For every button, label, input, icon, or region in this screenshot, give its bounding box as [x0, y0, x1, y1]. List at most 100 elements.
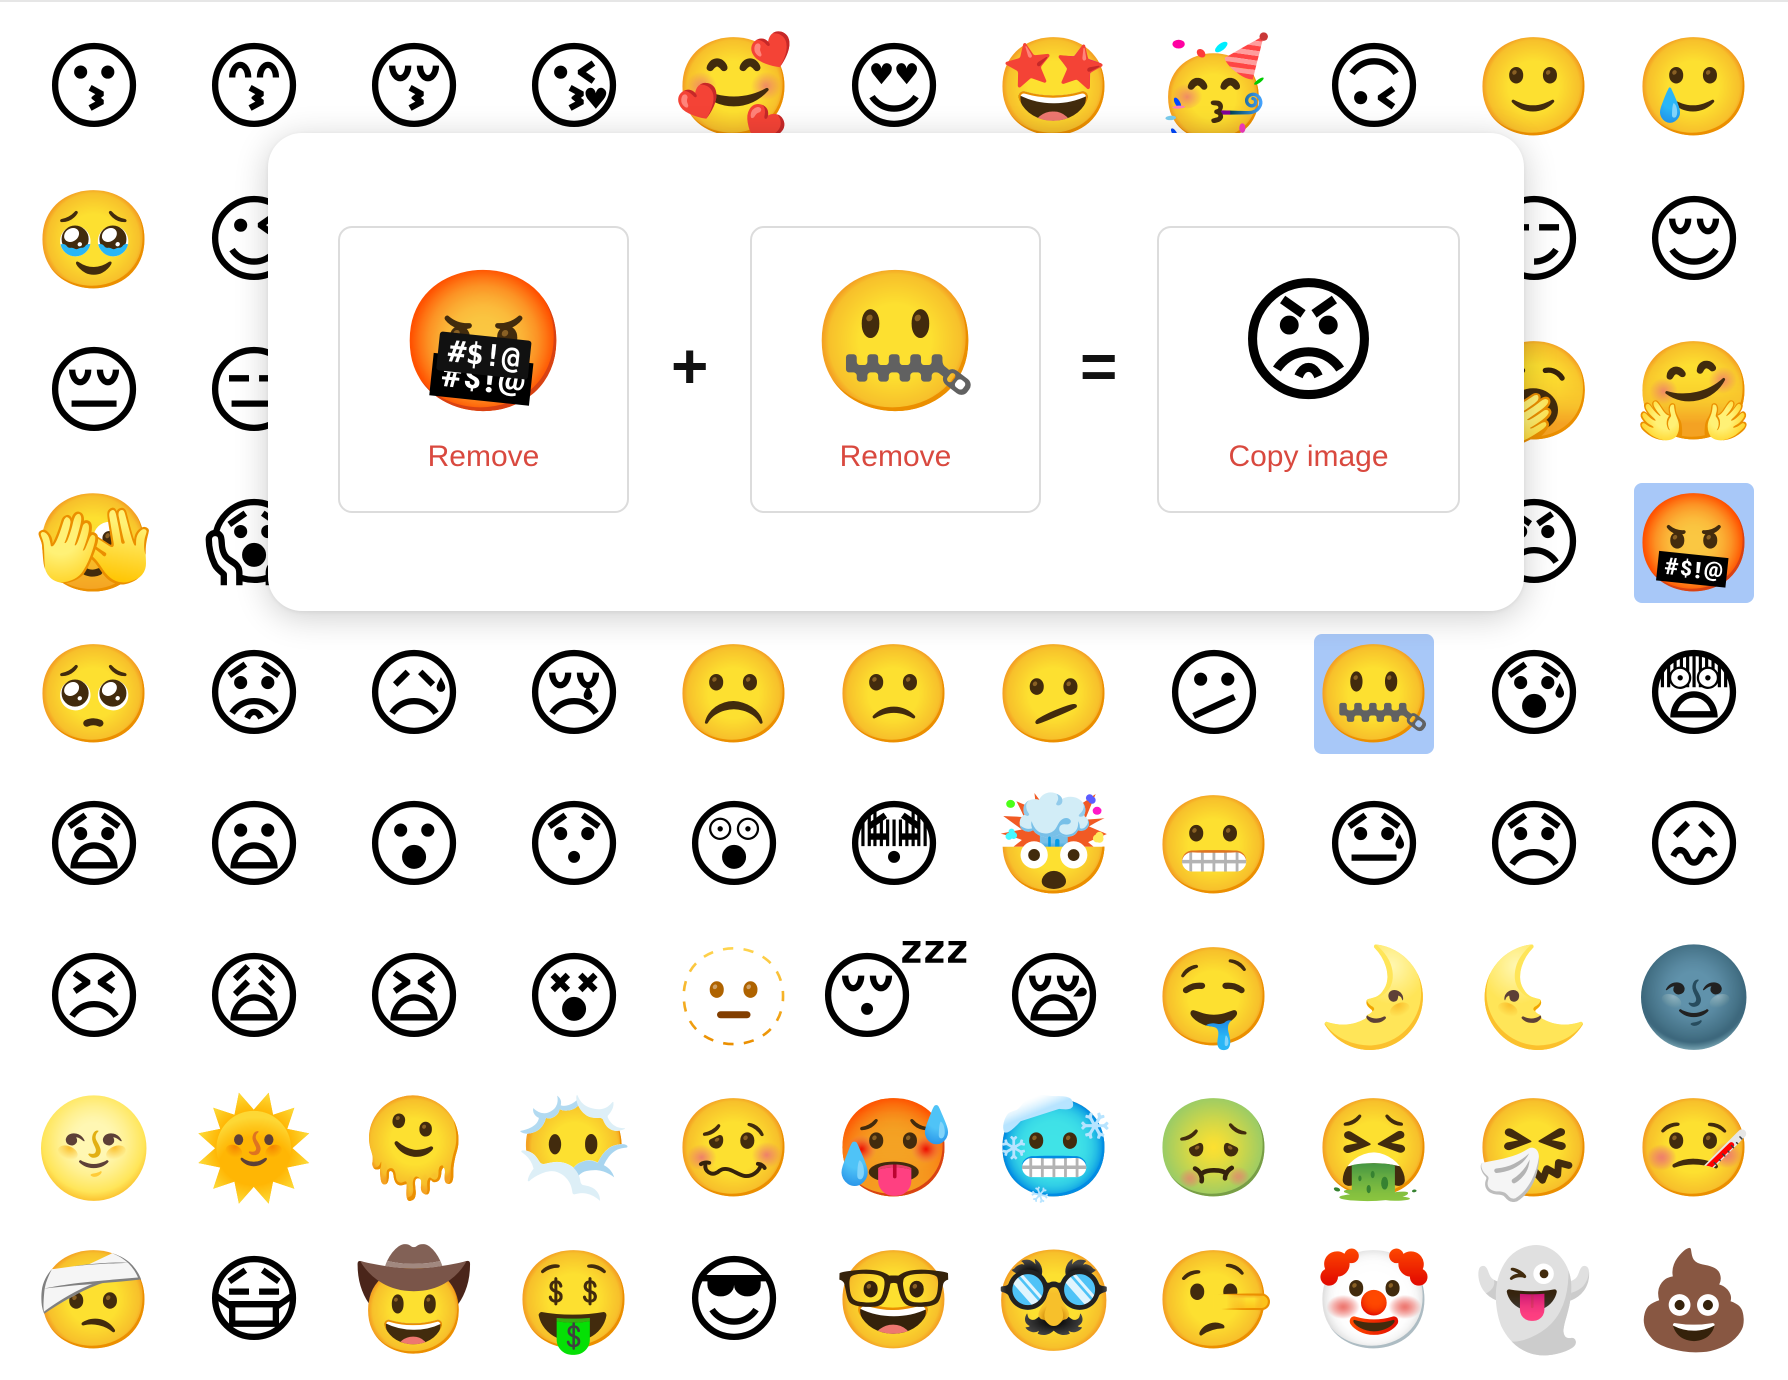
emoji-cell[interactable]: 🤤: [1154, 937, 1274, 1057]
emoji-cell[interactable]: 😚: [354, 27, 474, 147]
emoji-cell[interactable]: 😬: [1154, 785, 1274, 905]
emoji-cell[interactable]: 🌜: [1474, 937, 1594, 1057]
first-emoji-slot[interactable]: 🤬 #$!@ Remove: [338, 226, 629, 513]
emoji-cell[interactable]: 😦: [194, 785, 314, 905]
emoji-mixer-popup: 🤬 #$!@ Remove + 🤐 Remove = 😡 Copy image: [268, 133, 1524, 611]
emoji-cell[interactable]: 😰: [1474, 634, 1594, 754]
emoji-cell[interactable]: 🤑: [514, 1240, 634, 1360]
emoji-cell[interactable]: 🥲: [1634, 27, 1754, 147]
emoji-glyph: 🌞: [194, 1092, 314, 1204]
emoji-glyph: 😷: [203, 1244, 305, 1356]
emoji-cell[interactable]: 🙃: [1314, 27, 1434, 147]
second-emoji-slot[interactable]: 🤐 Remove: [750, 226, 1041, 513]
emoji-cell[interactable]: 😮: [354, 785, 474, 905]
emoji-glyph: 😴: [817, 941, 971, 1053]
emoji-cell[interactable]: 🙁: [834, 634, 954, 754]
emoji-glyph: 👻: [1474, 1244, 1594, 1356]
emoji-cell[interactable]: 🤒: [1634, 1088, 1754, 1208]
emoji-cell[interactable]: 😧: [34, 785, 154, 905]
remove-second-button[interactable]: Remove: [752, 440, 1039, 474]
emoji-cell[interactable]: 😯: [514, 785, 634, 905]
emoji-cell[interactable]: 🫠: [354, 1088, 474, 1208]
emoji-cell[interactable]: 😞: [1474, 785, 1594, 905]
emoji-cell[interactable]: 🥶: [994, 1088, 1114, 1208]
emoji-glyph: 😚: [363, 31, 465, 143]
emoji-glyph: 😔: [43, 335, 145, 447]
emoji-glyph: 🫤: [994, 638, 1114, 750]
emoji-cell[interactable]: 😘: [514, 27, 634, 147]
emoji-cell[interactable]: 😟: [194, 634, 314, 754]
emoji-cell[interactable]: 😌: [1634, 180, 1754, 300]
emoji-cell[interactable]: 🥵: [834, 1088, 954, 1208]
emoji-cell[interactable]: 🥸: [994, 1240, 1114, 1360]
emoji-cell[interactable]: 🤧: [1474, 1088, 1594, 1208]
emoji-cell[interactable]: 🌝: [34, 1088, 154, 1208]
emoji-cell[interactable]: 🤯: [994, 785, 1114, 905]
emoji-cell[interactable]: 🤡: [1314, 1240, 1434, 1360]
emoji-cell[interactable]: 🫤: [994, 634, 1114, 754]
emoji-glyph: 😖: [1643, 789, 1745, 901]
emoji-cell[interactable]: 🤕: [34, 1240, 154, 1360]
copy-image-button[interactable]: Copy image: [1159, 440, 1458, 474]
emoji-glyph: 🥴: [674, 1092, 794, 1204]
emoji-cell[interactable]: 🥹: [34, 180, 154, 300]
emoji-cell[interactable]: 😖: [1634, 785, 1754, 905]
emoji-cell[interactable]: 🤠: [354, 1240, 474, 1360]
emoji-cell[interactable]: 😴: [817, 937, 971, 1057]
emoji-glyph: 😥: [363, 638, 465, 750]
emoji-cell[interactable]: 👻: [1474, 1240, 1594, 1360]
emoji-cell[interactable]: 🫥: [674, 937, 794, 1057]
emoji-cell[interactable]: 😓: [1314, 785, 1434, 905]
emoji-cell[interactable]: 😫: [354, 937, 474, 1057]
emoji-cell[interactable]: 🤥: [1154, 1240, 1274, 1360]
emoji-cell[interactable]: 🤩: [994, 27, 1114, 147]
emoji-cell[interactable]: 🥰: [674, 27, 794, 147]
emoji-cell[interactable]: 🤐: [1314, 634, 1434, 754]
emoji-cell[interactable]: 😪: [994, 937, 1114, 1057]
emoji-cell[interactable]: 😨: [1634, 634, 1754, 754]
emoji-cell[interactable]: 😳: [834, 785, 954, 905]
emoji-cell[interactable]: 😙: [194, 27, 314, 147]
emoji-cell[interactable]: 😩: [194, 937, 314, 1057]
emoji-glyph: 🙂: [1474, 31, 1594, 143]
emoji-cell[interactable]: 😲: [674, 785, 794, 905]
emoji-cell[interactable]: 🤢: [1154, 1088, 1274, 1208]
emoji-glyph: 🤩: [994, 31, 1114, 143]
emoji-cell[interactable]: 😕: [1154, 634, 1274, 754]
emoji-glyph: 🥺: [34, 638, 154, 750]
emoji-cell[interactable]: 🥺: [34, 634, 154, 754]
emoji-cell[interactable]: 😣: [34, 937, 154, 1057]
emoji-glyph: 😯: [523, 789, 625, 901]
emoji-cell[interactable]: 🫣: [34, 483, 154, 603]
emoji-cell[interactable]: 🌞: [194, 1088, 314, 1208]
remove-first-button[interactable]: Remove: [340, 440, 627, 474]
emoji-cell[interactable]: 😍: [834, 27, 954, 147]
emoji-glyph: 😣: [43, 941, 145, 1053]
emoji-cell[interactable]: 🌚: [1634, 937, 1754, 1057]
emoji-cell[interactable]: 🌛: [1314, 937, 1434, 1057]
emoji-cell[interactable]: 😎: [674, 1240, 794, 1360]
emoji-cell[interactable]: 😔: [34, 331, 154, 451]
emoji-glyph: 🤤: [1154, 941, 1274, 1053]
emoji-cell[interactable]: 🙂: [1474, 27, 1594, 147]
result-emoji-slot[interactable]: 😡 Copy image: [1157, 226, 1460, 513]
emoji-cell[interactable]: 😢: [514, 634, 634, 754]
emoji-glyph: 😶‍🌫️: [514, 1092, 634, 1204]
emoji-glyph: 🌚: [1634, 941, 1754, 1053]
emoji-cell[interactable]: 😵: [514, 937, 634, 1057]
emoji-cell[interactable]: 🤓: [834, 1240, 954, 1360]
emoji-glyph: 🤯: [994, 789, 1114, 901]
emoji-cell[interactable]: 😶‍🌫️: [514, 1088, 634, 1208]
emoji-cell[interactable]: 🤬: [1634, 483, 1754, 603]
emoji-glyph: 😳: [843, 789, 945, 901]
emoji-glyph: 🤠: [354, 1244, 474, 1356]
emoji-cell[interactable]: 🤗: [1634, 331, 1754, 451]
emoji-cell[interactable]: 😷: [194, 1240, 314, 1360]
emoji-cell[interactable]: 🥳: [1154, 27, 1274, 147]
emoji-cell[interactable]: 🥴: [674, 1088, 794, 1208]
emoji-cell[interactable]: 💩: [1634, 1240, 1754, 1360]
emoji-cell[interactable]: 🤮: [1314, 1088, 1434, 1208]
emoji-cell[interactable]: 😗: [34, 27, 154, 147]
emoji-cell[interactable]: ☹️: [674, 634, 794, 754]
emoji-cell[interactable]: 😥: [354, 634, 474, 754]
